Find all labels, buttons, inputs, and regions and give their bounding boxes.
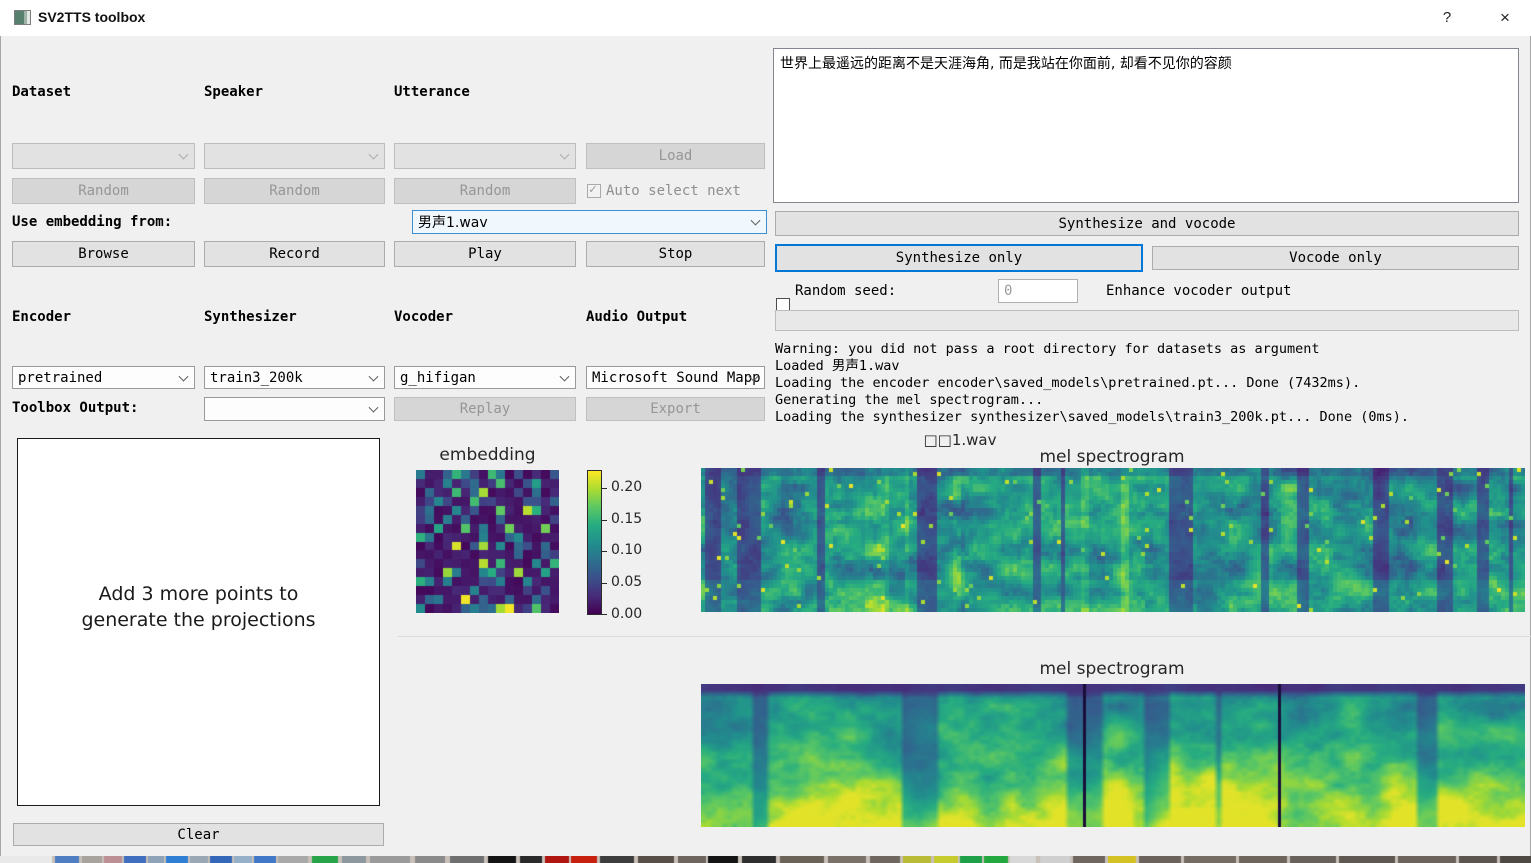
dataset-combo[interactable]: [12, 143, 195, 169]
vocoder-value: g_hifigan: [400, 370, 476, 386]
close-button[interactable]: ×: [1483, 5, 1527, 31]
chevron-down-icon: [179, 150, 189, 160]
colorbar-tick: [602, 488, 607, 489]
stop-button[interactable]: Stop: [586, 241, 765, 267]
log-line: Loading the encoder encoder\saved_models…: [775, 375, 1525, 392]
log-line: Loading the synthesizer synthesizer\save…: [775, 409, 1525, 426]
enhance-vocoder-label: Enhance vocoder output: [1106, 283, 1291, 299]
vocoder-combo[interactable]: g_hifigan: [394, 366, 576, 389]
random-seed-label: Random seed:: [795, 283, 896, 299]
vocode-only-button[interactable]: Vocode only: [1152, 246, 1519, 270]
auto-select-next-label: Auto select next: [606, 183, 741, 199]
clear-button[interactable]: Clear: [13, 823, 384, 846]
mel-spectrogram-title-top: mel spectrogram: [700, 447, 1524, 467]
embedding-source-combo[interactable]: 男声1.wav: [412, 210, 767, 234]
random-dataset-button[interactable]: Random: [12, 178, 195, 204]
vocoder-label: Vocoder: [394, 309, 453, 325]
play-button[interactable]: Play: [394, 241, 576, 267]
colorbar-tick: [602, 583, 607, 584]
taskbar-strip: [0, 856, 1531, 863]
auto-select-next-checkbox[interactable]: [587, 184, 601, 198]
projection-message: Add 3 more points to generate the projec…: [81, 582, 315, 633]
help-button[interactable]: ?: [1425, 5, 1469, 31]
log-line: Generating the mel spectrogram...: [775, 392, 1525, 409]
colorbar-tick-label: 0.15: [611, 511, 642, 527]
record-button[interactable]: Record: [204, 241, 385, 267]
window-title: SV2TTS toolbox: [38, 9, 145, 25]
colorbar-tick: [602, 614, 607, 615]
speaker-combo[interactable]: [204, 143, 385, 169]
random-utterance-button[interactable]: Random: [394, 178, 576, 204]
chevron-down-icon: [369, 371, 379, 381]
colorbar-tick: [602, 520, 607, 521]
chevron-down-icon: [560, 150, 570, 160]
audio-output-label: Audio Output: [586, 309, 687, 325]
log-output: Warning: you did not pass a root directo…: [775, 341, 1525, 426]
audio-output-value: Microsoft Sound Mapp: [592, 370, 761, 386]
app-icon: [14, 10, 31, 25]
encoder-value: pretrained: [18, 370, 102, 386]
log-line: Loaded 男声1.wav: [775, 358, 1525, 375]
utterance-combo[interactable]: [394, 143, 576, 169]
browse-button[interactable]: Browse: [12, 241, 195, 267]
projection-message-line2: generate the projections: [81, 608, 315, 634]
progress-bar: [775, 310, 1519, 331]
toolbox-output-label: Toolbox Output:: [12, 400, 138, 416]
synthesis-text-input[interactable]: 世界上最遥远的距离不是天涯海角, 而是我站在你面前, 却看不见你的容颜: [773, 48, 1519, 203]
colorbar-tick-label: 0.20: [611, 479, 642, 495]
mel-spectrogram-title-bottom: mel spectrogram: [700, 659, 1524, 679]
synthesize-and-vocode-button[interactable]: Synthesize and vocode: [775, 211, 1519, 236]
encoder-label: Encoder: [12, 309, 71, 325]
chevron-down-icon: [179, 371, 189, 381]
chevron-down-icon: [560, 371, 570, 381]
use-embedding-from-label: Use embedding from:: [12, 214, 172, 230]
speaker-label: Speaker: [204, 84, 263, 100]
colorbar-tick-label: 0.00: [611, 606, 642, 622]
chevron-down-icon: [751, 216, 761, 226]
colorbar-tick: [602, 551, 607, 552]
log-line: Warning: you did not pass a root directo…: [775, 341, 1525, 358]
synthesizer-combo[interactable]: train3_200k: [204, 366, 385, 389]
umap-projection-plot: Add 3 more points to generate the projec…: [17, 438, 380, 806]
utterance-label: Utterance: [394, 84, 470, 100]
colorbar-tick-label: 0.05: [611, 574, 642, 590]
load-button[interactable]: Load: [586, 143, 765, 169]
figure-divider: [398, 636, 1531, 637]
embedding-heatmap: [416, 470, 559, 613]
chevron-down-icon: [369, 150, 379, 160]
export-button[interactable]: Export: [586, 397, 765, 421]
dataset-label: Dataset: [12, 84, 71, 100]
replay-button[interactable]: Replay: [394, 397, 576, 421]
mel-spectrogram-top: [701, 468, 1525, 612]
colorbar-tick-label: 0.10: [611, 542, 642, 558]
synthesizer-value: train3_200k: [210, 370, 303, 386]
projection-message-line1: Add 3 more points to: [81, 582, 315, 608]
toolbox-output-combo[interactable]: [204, 397, 385, 421]
mel-spectrogram-bottom: [701, 684, 1525, 827]
audio-output-combo[interactable]: Microsoft Sound Mapp: [586, 366, 765, 389]
encoder-combo[interactable]: pretrained: [12, 366, 195, 389]
synthesize-only-button[interactable]: Synthesize only: [775, 244, 1143, 272]
seed-value-field[interactable]: 0: [998, 279, 1078, 303]
random-speaker-button[interactable]: Random: [204, 178, 385, 204]
chevron-down-icon: [369, 403, 379, 413]
embedding-plot-title: embedding: [416, 445, 559, 465]
synthesizer-label: Synthesizer: [204, 309, 297, 325]
embedding-source-value: 男声1.wav: [418, 212, 488, 232]
embedding-colorbar: [587, 470, 602, 615]
title-bar: SV2TTS toolbox ? ×: [0, 0, 1531, 36]
